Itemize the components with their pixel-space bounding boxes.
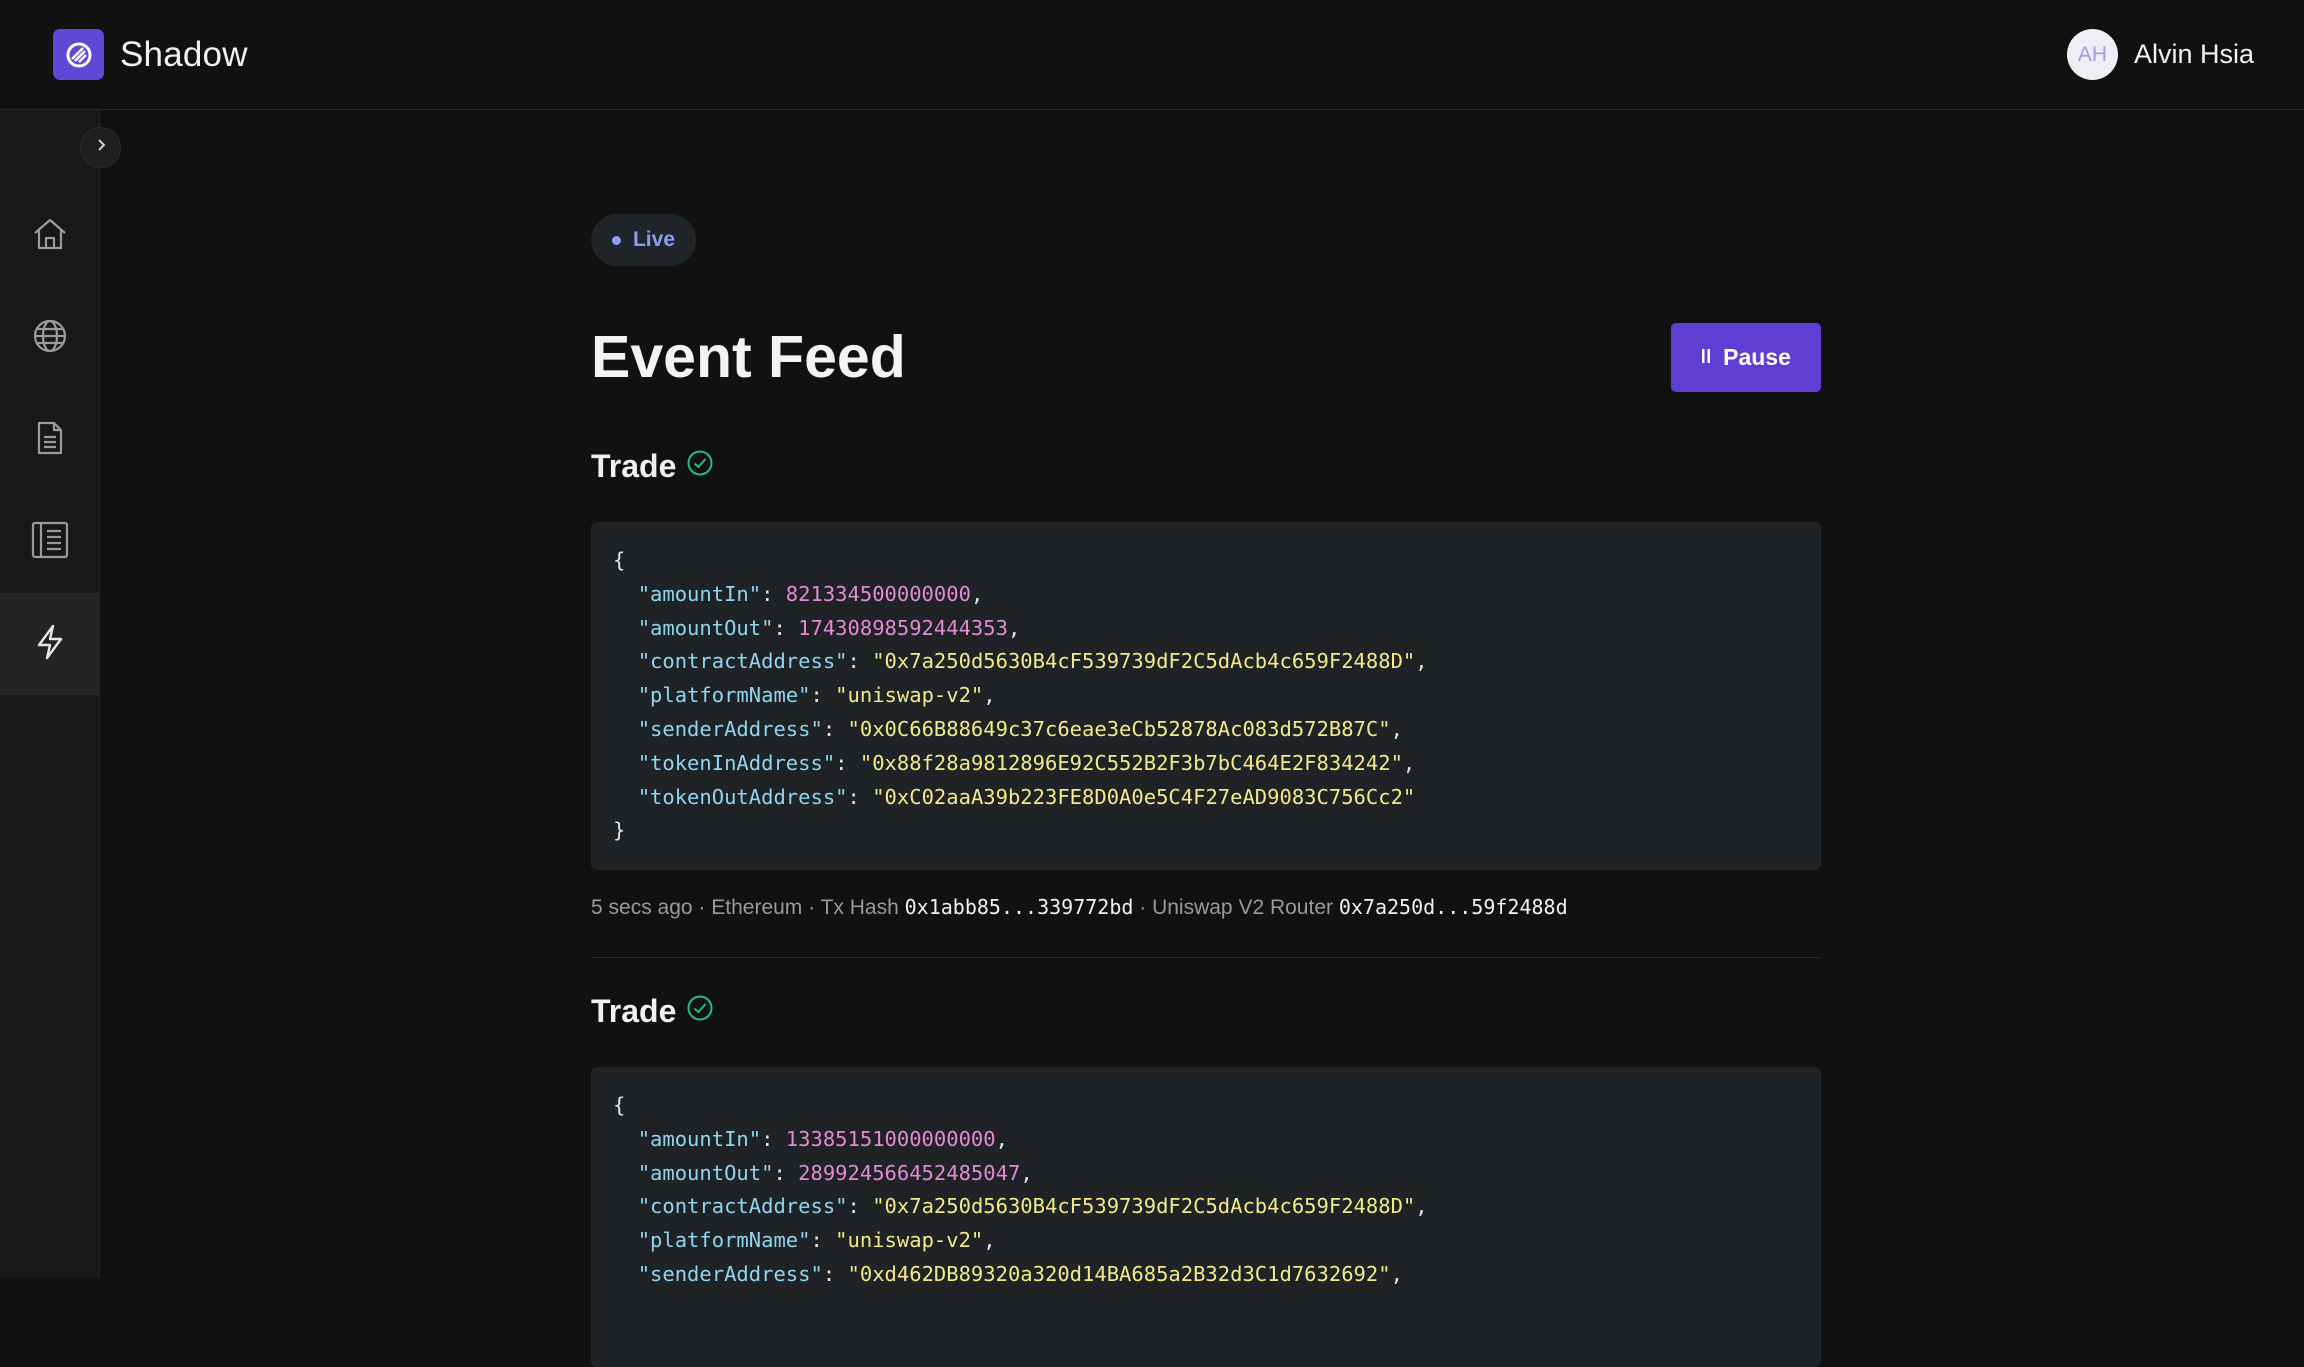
- json-value: "0x7a250d5630B4cF539739dF2C5dAcb4c659F24…: [872, 649, 1416, 674]
- sidebar-item-document[interactable]: [0, 389, 100, 491]
- check-circle-icon: [686, 448, 714, 485]
- contract-address-link[interactable]: 0x7a250d...59f2488d: [1339, 895, 1568, 919]
- json-comma: ,: [970, 581, 984, 606]
- tx-hash-link[interactable]: 0x1abb85...339772bd: [905, 895, 1134, 919]
- shadow-logo-icon: [53, 29, 104, 80]
- sidebar-toggle-button[interactable]: [80, 127, 121, 168]
- json-value: "0xd462DB89320a320d14BA685a2B32d3C1d7632…: [847, 1261, 1391, 1286]
- document-icon: [30, 418, 70, 463]
- app-name: Shadow: [120, 34, 248, 74]
- event-divider: [591, 957, 1821, 959]
- json-key: "tokenInAddress": [637, 750, 836, 775]
- json-comma: ,: [1415, 649, 1428, 674]
- json-value: "0x0C66B88649c37c6eae3eCb52878Ac083d572B…: [847, 716, 1391, 741]
- event-time: 5 secs ago: [591, 896, 693, 920]
- sidebar-item-home[interactable]: [0, 185, 100, 287]
- globe-icon: [30, 316, 70, 361]
- event-card: Trade { "amountIn": 13385151000000000, "…: [591, 989, 1821, 1367]
- json-comma: ,: [1390, 1261, 1403, 1286]
- json-key: "senderAddress": [637, 716, 823, 741]
- brand[interactable]: Shadow: [53, 29, 248, 80]
- pause-label: Pause: [1723, 344, 1791, 370]
- json-comma: ,: [983, 1228, 996, 1253]
- json-comma: ,: [1020, 1160, 1033, 1185]
- json-value: "uniswap-v2": [835, 1228, 984, 1253]
- json-value: "uniswap-v2": [835, 683, 984, 708]
- json-key: "amountIn": [637, 1126, 762, 1151]
- sidebar-item-globe[interactable]: [0, 287, 100, 389]
- contract-label: Uniswap V2 Router: [1152, 896, 1333, 920]
- json-value: 13385151000000000: [785, 1126, 996, 1151]
- event-title: Trade: [591, 989, 1821, 1033]
- chevron-right-icon: [94, 138, 108, 157]
- json-key: "amountOut": [637, 1160, 774, 1185]
- json-comma: ,: [1402, 750, 1416, 775]
- json-comma: ,: [983, 683, 996, 708]
- json-comma: ,: [995, 1126, 1008, 1151]
- json-key: "contractAddress": [637, 1194, 848, 1219]
- json-brace: {: [613, 548, 626, 572]
- event-type: Trade: [591, 447, 677, 484]
- sidebar: [0, 110, 100, 1278]
- json-key: "platformName": [637, 683, 811, 708]
- tx-hash-label: Tx Hash: [820, 896, 899, 920]
- json-key: "amountOut": [637, 615, 774, 640]
- event-title: Trade: [591, 444, 1821, 488]
- event-json[interactable]: { "amountIn": 13385151000000000, "amount…: [591, 1067, 1821, 1367]
- json-value: 289924566452485047: [798, 1160, 1021, 1185]
- pause-icon: [1701, 344, 1711, 371]
- event-type: Trade: [591, 992, 677, 1029]
- event-meta: 5 secs ago · Ethereum · Tx Hash 0x1abb85…: [591, 895, 1821, 920]
- user-menu[interactable]: AH Alvin Hsia: [2066, 29, 2254, 80]
- home-icon: [30, 214, 70, 259]
- event-json[interactable]: { "amountIn": 821334500000000, "amountOu…: [591, 522, 1821, 871]
- avatar: AH: [2066, 29, 2118, 80]
- live-badge: Live: [591, 214, 696, 266]
- json-key: "contractAddress": [637, 649, 848, 674]
- meta-separator: ·: [802, 896, 821, 920]
- json-comma: ,: [1007, 615, 1021, 640]
- json-comma: ,: [1390, 716, 1403, 741]
- json-value: 17430898592444353: [798, 615, 1008, 640]
- json-key: "senderAddress": [637, 1261, 823, 1286]
- json-value: "0x88f28a9812896E92C552B2F3b7bC464E2F834…: [859, 750, 1403, 775]
- json-key: "tokenOutAddress": [637, 784, 848, 809]
- event-network: Ethereum: [711, 896, 803, 920]
- user-name: Alvin Hsia: [2133, 39, 2254, 69]
- json-brace: {: [613, 1093, 626, 1117]
- meta-separator: ·: [1133, 896, 1153, 920]
- json-key: "amountIn": [637, 581, 762, 606]
- list-icon: [29, 519, 71, 566]
- event-card: Trade { "amountIn": 821334500000000, "am…: [591, 444, 1821, 959]
- sidebar-item-list[interactable]: [0, 491, 100, 593]
- page-title: Event Feed: [591, 324, 906, 390]
- json-value: "0xC02aaA39b223FE8D0A0e5C4F27eAD9083C756…: [872, 784, 1416, 809]
- json-value: "0x7a250d5630B4cF539739dF2C5dAcb4c659F24…: [872, 1194, 1416, 1219]
- json-value: 821334500000000: [785, 581, 971, 606]
- lightning-icon: [30, 622, 70, 667]
- top-bar: Shadow AH Alvin Hsia: [0, 0, 2304, 110]
- meta-separator: ·: [692, 896, 712, 920]
- json-brace: }: [613, 818, 626, 843]
- sidebar-item-events[interactable]: [0, 593, 100, 695]
- live-label: Live: [632, 228, 676, 251]
- live-dot-icon: [611, 235, 621, 245]
- check-circle-icon: [686, 993, 714, 1030]
- json-comma: ,: [1415, 1194, 1428, 1219]
- json-key: "platformName": [637, 1228, 811, 1253]
- pause-button[interactable]: Pause: [1671, 323, 1821, 392]
